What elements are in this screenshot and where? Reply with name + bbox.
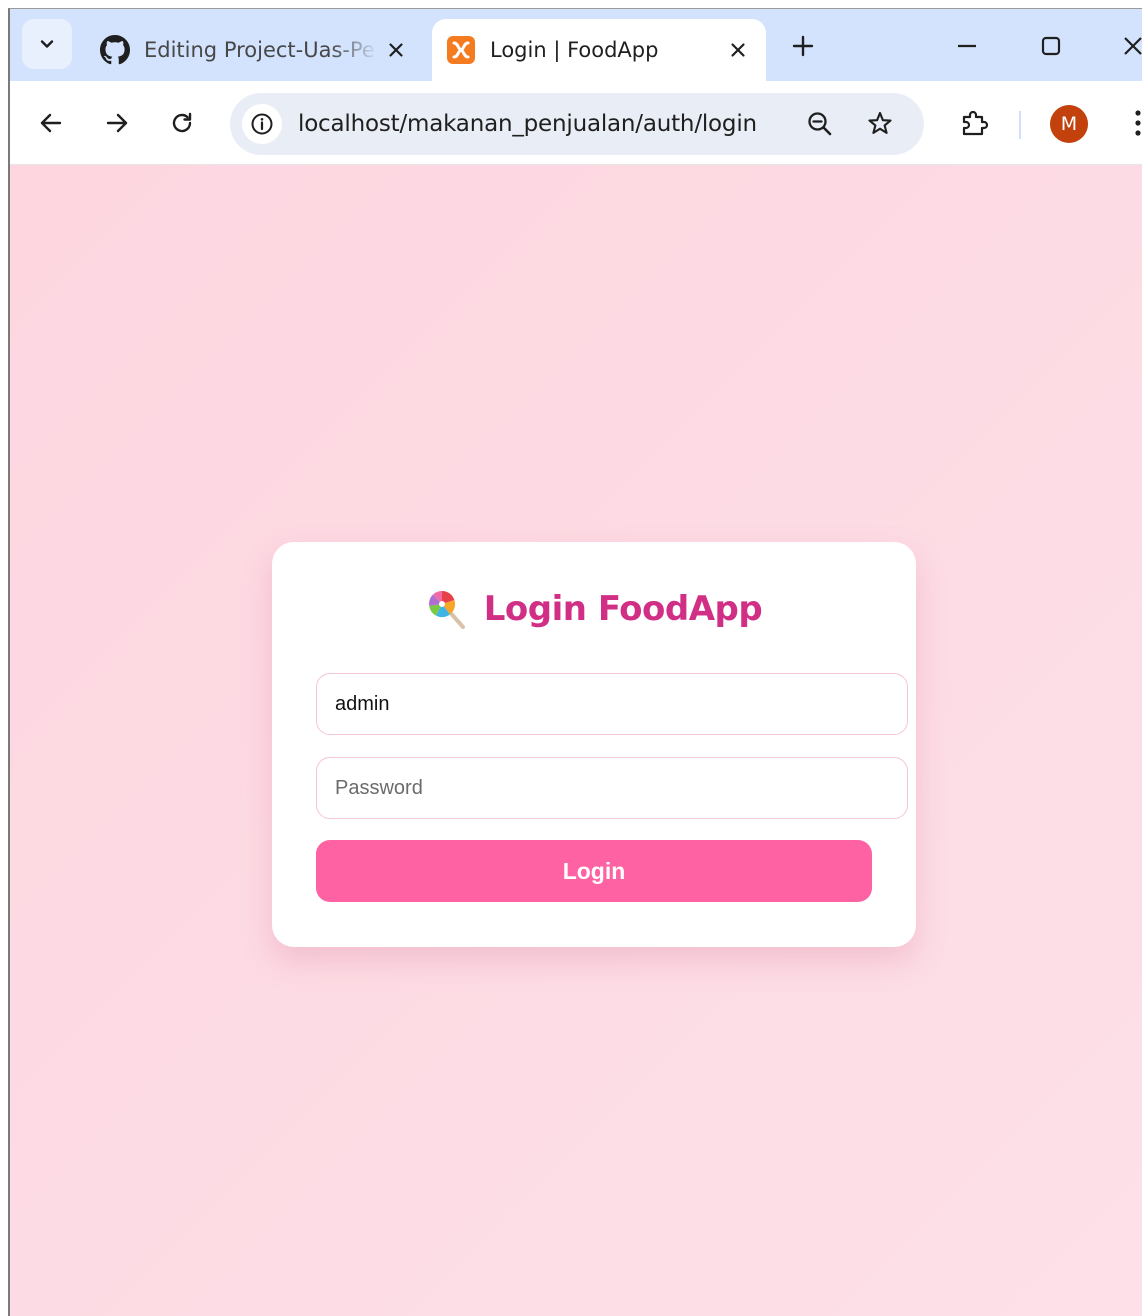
login-card: Login FoodApp Login [272,542,916,947]
login-heading: Login FoodApp [272,588,916,630]
info-icon [251,113,273,135]
puzzle-icon [962,110,989,136]
close-icon [1124,37,1142,55]
github-icon [100,35,130,65]
login-button[interactable]: Login [316,840,872,902]
reload-icon [172,112,192,133]
lollipop-icon [428,590,465,629]
maximize-icon [1041,36,1061,56]
arrow-left-icon [40,113,62,133]
more-vert-icon [1135,110,1141,136]
minimize-icon [958,44,976,48]
close-tab-icon[interactable] [720,32,756,68]
password-input[interactable] [316,757,908,819]
tab-strip: Editing Project-Uas-Pe Login | FoodApp [10,9,1142,81]
site-info-button[interactable] [242,104,282,144]
tab-login-foodapp[interactable]: Login | FoodApp [432,19,766,81]
tab-github[interactable]: Editing Project-Uas-Pe [88,19,424,81]
chevron-down-icon [40,40,54,48]
address-bar[interactable]: localhost/makanan_penjualan/auth/login [230,93,924,155]
url-text[interactable]: localhost/makanan_penjualan/auth/login [298,93,757,155]
page-background: Login FoodApp Login [10,165,1142,1316]
menu-button[interactable] [1116,101,1142,145]
new-tab-button[interactable] [784,27,822,65]
minimize-button[interactable] [944,23,990,69]
tab-title: Login | FoodApp [490,38,659,62]
extensions-button[interactable] [952,101,996,145]
close-tab-icon[interactable] [378,32,414,68]
forward-button[interactable] [95,101,139,145]
zoom-button[interactable] [800,104,840,144]
xampp-icon [446,35,476,65]
reload-button[interactable] [160,101,204,145]
star-icon [868,111,892,134]
zoom-out-icon [808,112,832,136]
tab-title: Editing Project-Uas-Pe [144,38,375,62]
profile-avatar[interactable]: M [1050,105,1088,143]
plus-icon [792,35,814,57]
maximize-button[interactable] [1028,23,1074,69]
bookmark-button[interactable] [860,104,900,144]
close-window-button[interactable] [1110,23,1142,69]
username-input[interactable] [316,673,908,735]
arrow-right-icon [106,113,128,133]
back-button[interactable] [29,101,73,145]
browser-toolbar: localhost/makanan_penjualan/auth/login M [10,81,1142,165]
tab-search-button[interactable] [22,19,72,69]
login-title: Login FoodApp [483,589,763,629]
browser-window: Editing Project-Uas-Pe Login | FoodApp l… [8,8,1142,1316]
toolbar-divider [1019,111,1021,139]
